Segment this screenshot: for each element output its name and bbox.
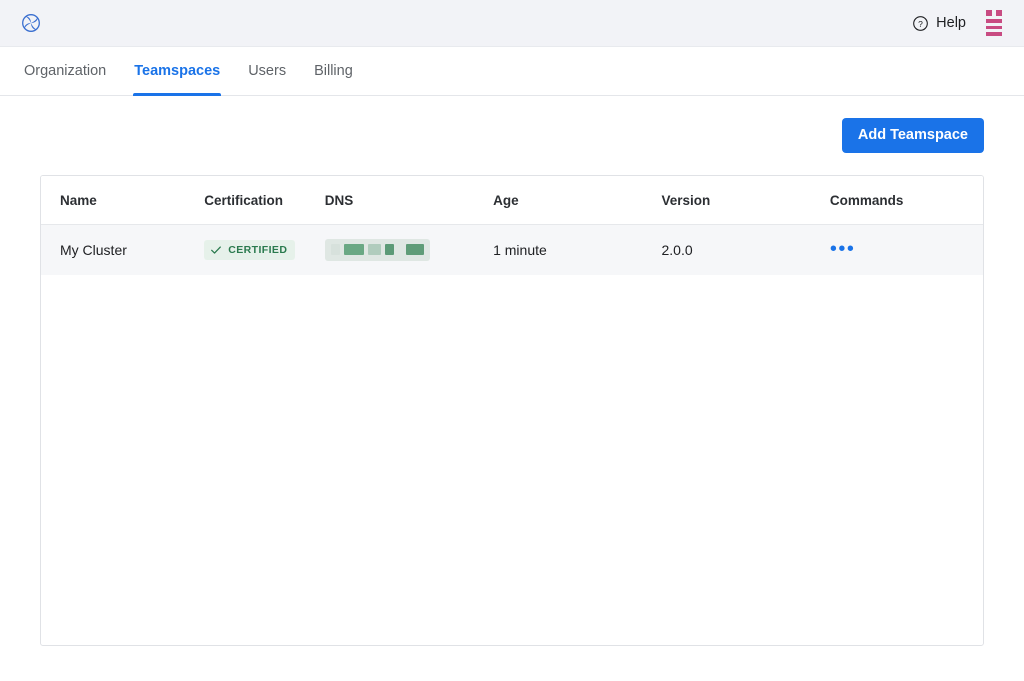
app-grid-menu-icon[interactable] bbox=[986, 10, 1008, 37]
column-header-name[interactable]: Name bbox=[41, 176, 205, 225]
action-bar: Add Teamspace bbox=[40, 96, 984, 175]
app-menu-bar bbox=[986, 19, 1002, 23]
table-header: Name Certification DNS Age Version Comma… bbox=[41, 176, 983, 225]
column-header-dns[interactable]: DNS bbox=[324, 176, 494, 225]
tab-users[interactable]: Users bbox=[234, 47, 300, 95]
tab-label: Organization bbox=[24, 63, 107, 79]
app-menu-bar bbox=[986, 25, 1002, 30]
redaction-block bbox=[330, 244, 341, 255]
tab-organization[interactable]: Organization bbox=[10, 47, 120, 95]
redaction-block bbox=[406, 244, 424, 255]
cell-name: My Cluster bbox=[60, 241, 127, 258]
help-button[interactable]: ? Help bbox=[912, 15, 966, 32]
header-actions: ? Help bbox=[912, 10, 1008, 37]
add-teamspace-button[interactable]: Add Teamspace bbox=[841, 117, 984, 154]
app-menu-bar bbox=[986, 32, 1002, 37]
page-content: Add Teamspace Name Certification DNS Age… bbox=[0, 96, 1024, 646]
column-header-certification[interactable]: Certification bbox=[204, 176, 325, 225]
question-circle-icon: ? bbox=[912, 15, 929, 32]
cell-certification: CERTIFIED bbox=[204, 224, 324, 275]
help-label: Help bbox=[936, 15, 966, 31]
app-header: ? Help bbox=[0, 0, 1024, 47]
tab-label: Users bbox=[248, 63, 287, 79]
main-tabs: Organization Teamspaces Users Billing bbox=[0, 47, 1024, 96]
ellipsis-icon[interactable]: ••• bbox=[830, 239, 856, 259]
redaction-block bbox=[398, 244, 403, 255]
redaction-block bbox=[368, 244, 382, 255]
redaction-block bbox=[344, 244, 365, 255]
column-header-commands[interactable]: Commands bbox=[829, 176, 983, 225]
tab-label: Teamspaces bbox=[134, 63, 221, 79]
table-header-row: Name Certification DNS Age Version Comma… bbox=[41, 176, 983, 225]
status-badge: CERTIFIED bbox=[204, 239, 296, 260]
redacted-dns-value bbox=[324, 238, 430, 261]
tab-teamspaces[interactable]: Teamspaces bbox=[120, 47, 234, 96]
teamspaces-table: Name Certification DNS Age Version Comma… bbox=[41, 176, 983, 275]
teamspaces-table-card: Name Certification DNS Age Version Comma… bbox=[40, 175, 984, 646]
swirl-logo-icon[interactable] bbox=[18, 10, 44, 36]
svg-text:?: ? bbox=[918, 19, 923, 29]
cell-commands: ••• bbox=[830, 224, 983, 275]
tab-label: Billing bbox=[314, 63, 353, 79]
app-menu-top-row bbox=[986, 10, 1004, 16]
status-badge-label: CERTIFIED bbox=[228, 243, 288, 256]
tab-billing[interactable]: Billing bbox=[300, 47, 367, 95]
column-header-age[interactable]: Age bbox=[493, 176, 662, 225]
check-icon bbox=[210, 244, 222, 256]
redaction-block bbox=[385, 244, 395, 255]
cell-version: 2.0.0 bbox=[661, 241, 693, 258]
cell-age: 1 minute bbox=[493, 241, 547, 258]
cell-dns bbox=[324, 224, 493, 275]
table-row[interactable]: My Cluster CERTIFIED 1 minute 2.0.0 ••• bbox=[41, 224, 983, 275]
table-body: My Cluster CERTIFIED 1 minute 2.0.0 ••• bbox=[41, 224, 983, 275]
column-header-version[interactable]: Version bbox=[661, 176, 830, 225]
